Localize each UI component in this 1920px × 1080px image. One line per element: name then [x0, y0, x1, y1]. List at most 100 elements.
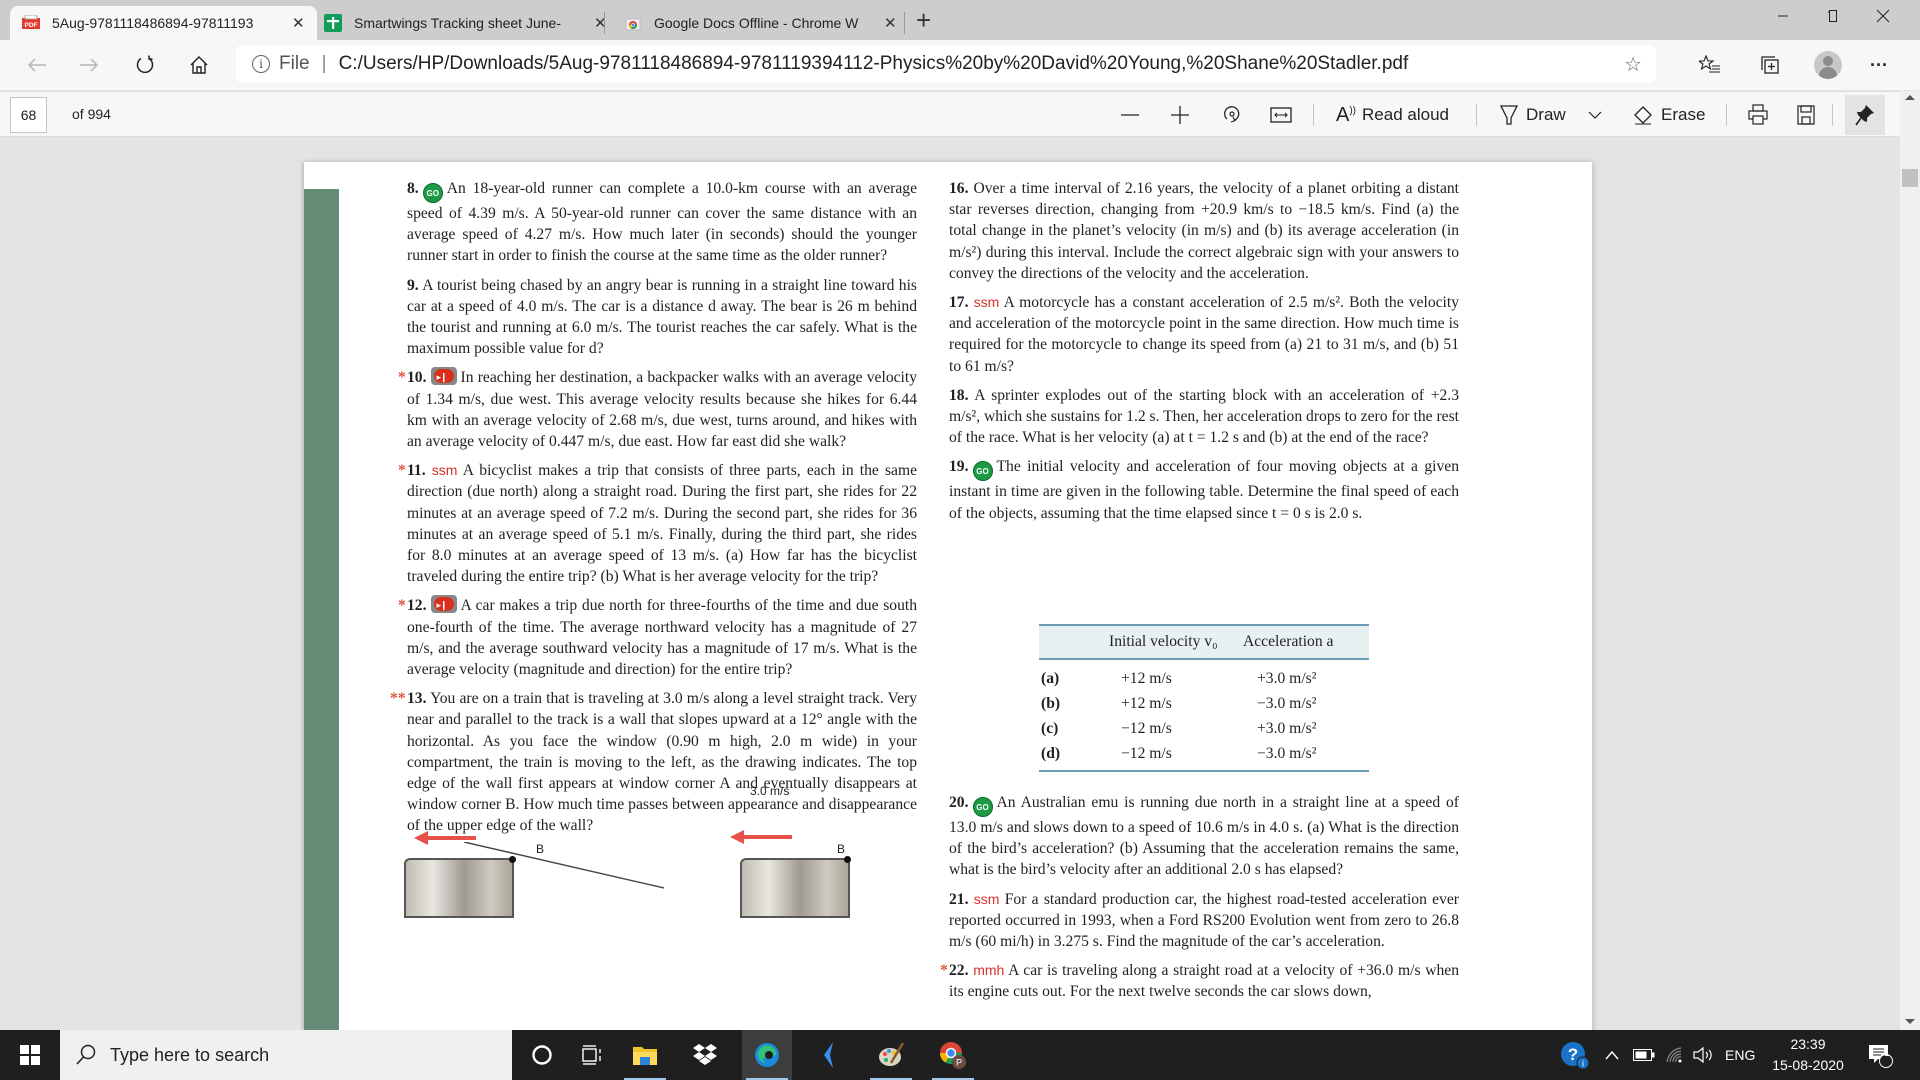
scroll-down-arrow-icon[interactable]	[1905, 1019, 1915, 1024]
address-bar[interactable]: i File | C:/Users/HP/Downloads/5Aug-9781…	[236, 45, 1656, 83]
network-tray-icon[interactable]	[1665, 1030, 1685, 1080]
velocity-arrow-icon	[730, 830, 792, 844]
edge-button[interactable]	[742, 1030, 792, 1080]
wall-edge-line	[464, 842, 664, 889]
task-view-button[interactable]	[567, 1030, 617, 1080]
tab-pdf[interactable]: PDF 5Aug-9781118486894-97811193 ✕	[10, 6, 317, 40]
difficulty-marker: *	[940, 962, 948, 980]
chevron-up-icon	[1605, 1050, 1619, 1060]
video-play-icon[interactable]	[430, 367, 457, 390]
go-tutorial-badge-icon[interactable]: GO	[422, 183, 443, 203]
browser-tab-strip: PDF 5Aug-9781118486894-97811193 ✕ Smartw…	[0, 0, 1920, 40]
zoom-in-button[interactable]	[1170, 100, 1190, 130]
table-cell: (b)	[1041, 694, 1061, 712]
scroll-up-arrow-icon[interactable]	[1905, 95, 1915, 100]
paint-icon	[879, 1042, 905, 1066]
restore-button[interactable]	[1810, 0, 1856, 32]
table-cell: −3.0 m/s²	[1257, 744, 1317, 762]
close-tab-icon[interactable]: ✕	[884, 14, 897, 32]
tab-google-docs-offline[interactable]: Google Docs Offline - Chrome W ✕	[612, 6, 909, 40]
page-number-input[interactable]: 68	[10, 97, 47, 133]
pin-toolbar-button[interactable]	[1845, 95, 1885, 135]
home-icon	[190, 56, 208, 74]
close-tab-icon[interactable]: ✕	[292, 14, 305, 32]
windows-logo-icon	[20, 1045, 40, 1065]
read-aloud-button[interactable]: A)) Read aloud	[1336, 100, 1449, 130]
zoom-out-button[interactable]	[1120, 100, 1140, 130]
problem-number: 20.	[949, 794, 969, 811]
vertical-scrollbar[interactable]	[1900, 91, 1920, 1030]
left-column: 8. GO An 18-year-old runner can complete a…	[390, 178, 917, 845]
back-button[interactable]	[22, 50, 52, 80]
tab-smartwings-sheet[interactable]: Smartwings Tracking sheet June- ✕	[312, 6, 619, 40]
rotate-button[interactable]	[1222, 100, 1242, 130]
favorite-star-icon[interactable]: ☆	[1624, 52, 1642, 77]
go-tutorial-badge-icon[interactable]: GO	[972, 797, 993, 817]
print-button[interactable]	[1748, 100, 1768, 130]
refresh-icon	[136, 55, 154, 74]
table-cell: −3.0 m/s²	[1257, 694, 1317, 712]
table-header-cell: Acceleration a	[1243, 633, 1334, 650]
table-cell: +12 m/s	[1121, 694, 1172, 712]
read-aloud-label: Read aloud	[1362, 105, 1449, 124]
table-row: (a) +12 m/s +3.0 m/s²	[1039, 666, 1369, 691]
minimize-button[interactable]	[1760, 0, 1806, 32]
draw-options-dropdown[interactable]	[1588, 100, 1602, 130]
dropbox-button[interactable]	[680, 1030, 730, 1080]
volume-tray-icon[interactable]	[1693, 1030, 1715, 1080]
problem-9: 9. A tourist being chased by an angry be…	[407, 275, 917, 360]
search-icon	[76, 1044, 96, 1065]
paint-button[interactable]	[866, 1030, 916, 1080]
visual-studio-code-icon	[824, 1042, 833, 1068]
close-icon	[1876, 9, 1890, 23]
problem-17: 17. ssm A motorcycle has a constant acce…	[949, 292, 1459, 377]
google-sheets-icon	[324, 14, 342, 32]
battery-tray-icon[interactable]	[1633, 1030, 1655, 1080]
pdf-page: 8. GO An 18-year-old runner can complete a…	[304, 162, 1592, 1030]
go-tutorial-badge-icon[interactable]: GO	[972, 461, 993, 482]
problem-12: *12.A car makes a trip due north for thr…	[398, 595, 917, 680]
start-button[interactable]	[0, 1030, 60, 1080]
address-divider: |	[321, 53, 327, 74]
profile-button[interactable]	[1813, 50, 1843, 80]
refresh-button[interactable]	[130, 50, 160, 80]
settings-more-button[interactable]: ···	[1864, 50, 1894, 80]
help-tray-icon[interactable]: ? i	[1560, 1030, 1590, 1080]
plus-icon	[1171, 106, 1189, 124]
erase-button[interactable]: Erase	[1633, 100, 1705, 130]
tab-divider	[904, 12, 905, 34]
collections-button[interactable]	[1755, 50, 1785, 80]
favorites-button[interactable]	[1695, 50, 1725, 80]
input-language-indicator[interactable]: ENG	[1725, 1030, 1755, 1080]
pdf-viewport[interactable]: 8. GO An 18-year-old runner can complete a…	[0, 138, 1900, 1030]
taskbar-search-box[interactable]: Type here to search	[60, 1030, 512, 1080]
table-row: (d) −12 m/s −3.0 m/s²	[1039, 741, 1369, 766]
arrow-left-icon	[27, 58, 46, 72]
pdf-toolbar: 68 of 994 A)) Read aloud Draw Erase	[0, 91, 1920, 137]
system-clock[interactable]: 23:39 15-08-2020	[1768, 1034, 1848, 1076]
chrome-button[interactable]: P	[928, 1030, 978, 1080]
action-center-button[interactable]: 1	[1866, 1030, 1896, 1080]
problem-text: An Australian emu is running due north i…	[949, 794, 1459, 879]
show-hidden-icons-button[interactable]	[1604, 1030, 1620, 1080]
forward-button[interactable]	[74, 50, 104, 80]
table-header-cell: Initial velocity v₀	[1109, 633, 1218, 650]
scrollbar-thumb[interactable]	[1902, 169, 1918, 187]
read-aloud-icon: A))	[1336, 103, 1357, 126]
fit-to-page-button[interactable]	[1270, 100, 1292, 130]
cortana-button[interactable]	[517, 1030, 567, 1080]
video-play-icon[interactable]	[430, 595, 457, 618]
new-tab-button[interactable]: +	[916, 6, 931, 34]
home-button[interactable]	[184, 50, 214, 80]
problem-number: 19.	[949, 458, 969, 476]
help-info-icon: ? i	[1561, 1042, 1590, 1070]
problem-number: 18.	[949, 386, 969, 404]
info-icon[interactable]: i	[252, 55, 270, 73]
save-button[interactable]	[1797, 100, 1815, 130]
draw-button[interactable]: Draw	[1500, 100, 1566, 130]
problem-8: 8. GO An 18-year-old runner can complete a…	[407, 178, 917, 267]
visual-studio-code-button[interactable]	[806, 1030, 856, 1080]
close-window-button[interactable]	[1860, 0, 1906, 32]
file-explorer-button[interactable]	[620, 1030, 670, 1080]
page-count: of 994	[72, 106, 111, 122]
